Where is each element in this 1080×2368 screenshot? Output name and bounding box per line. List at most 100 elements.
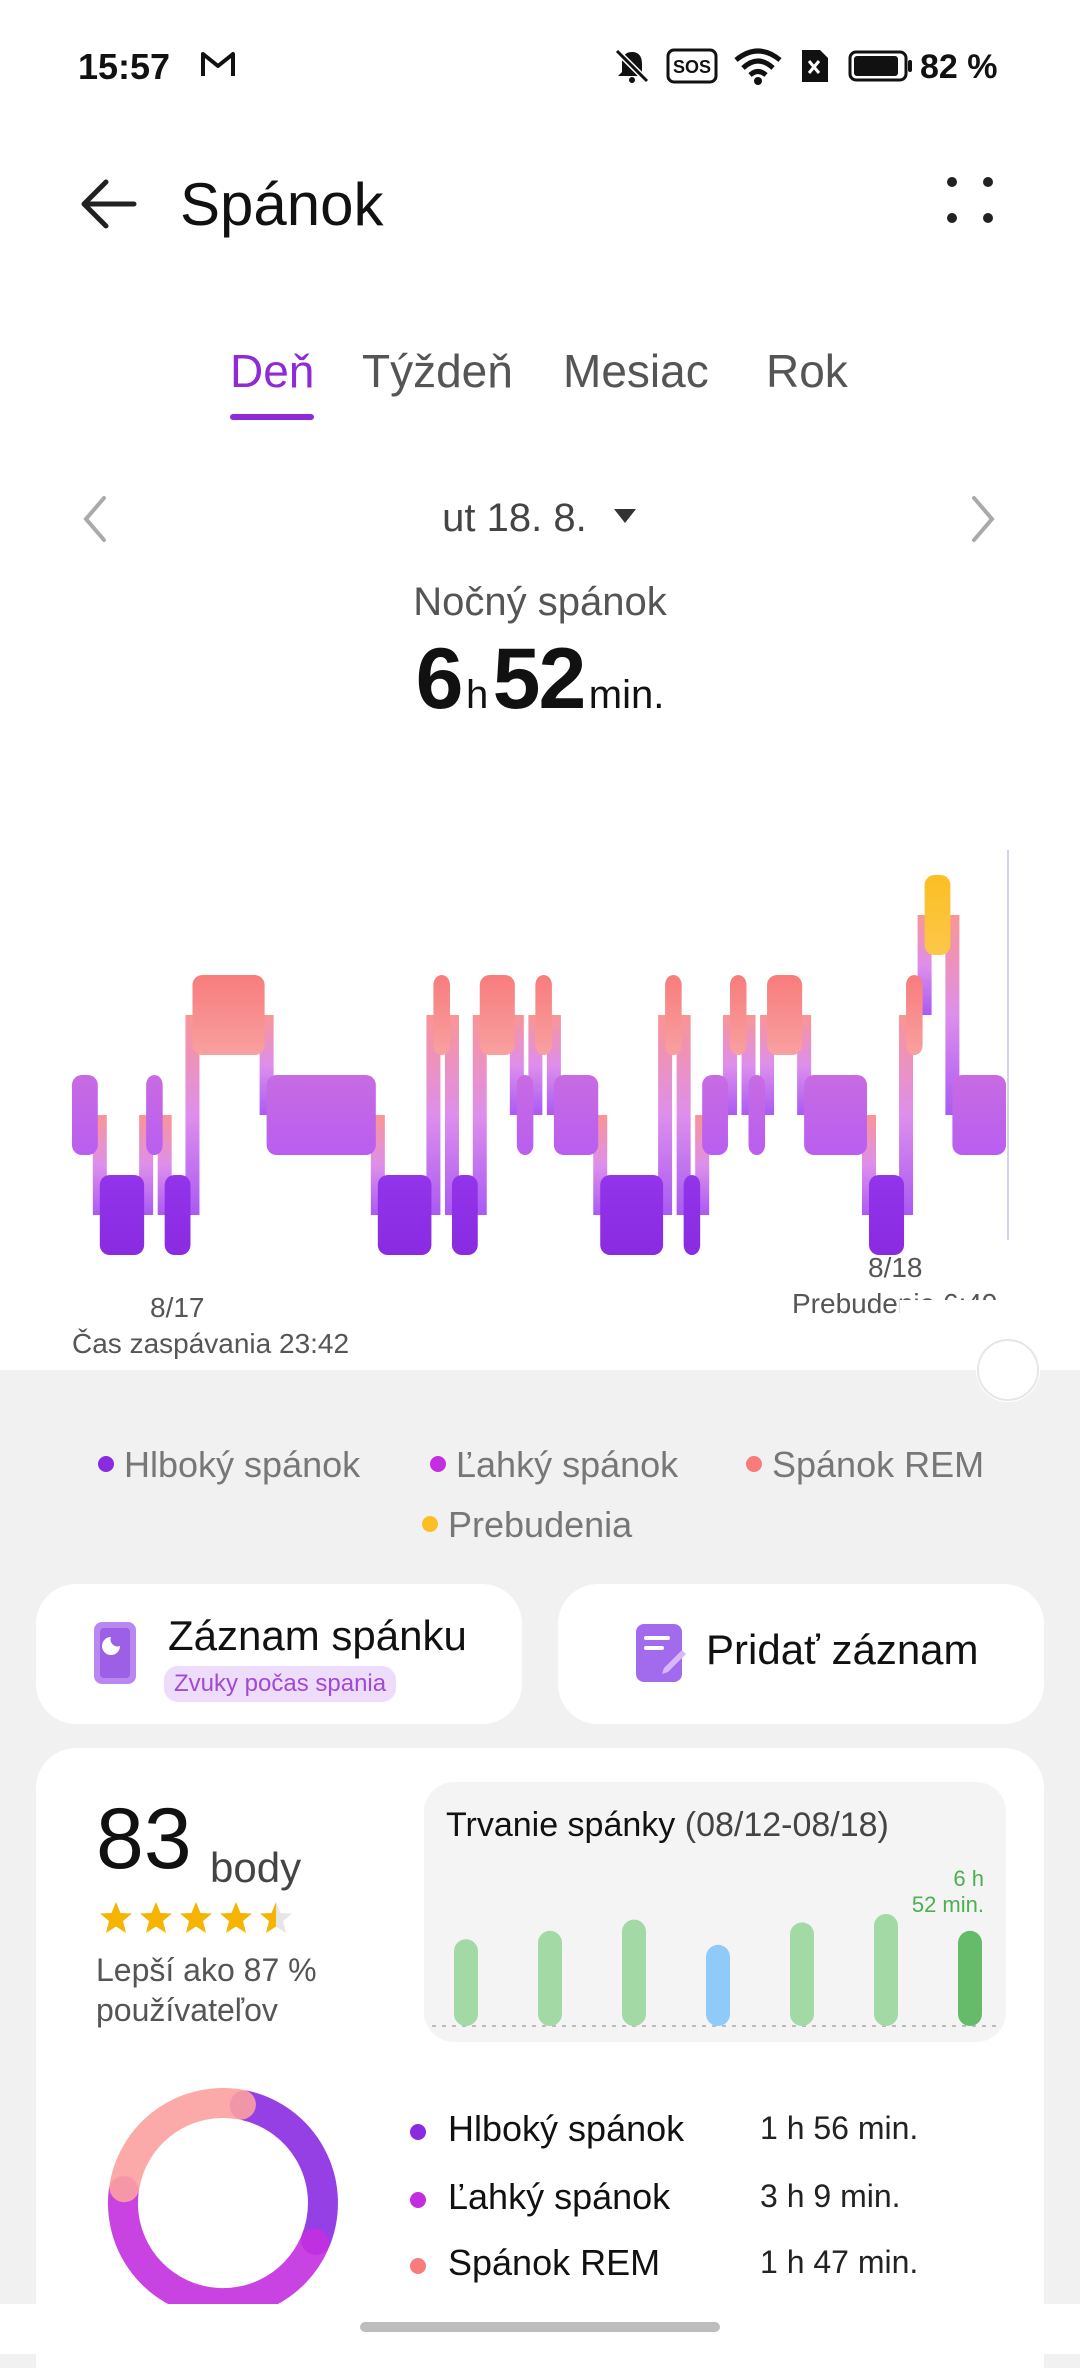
tab-month[interactable]: Mesiac (563, 344, 709, 398)
legend-dot (430, 1456, 446, 1473)
sleep-sounds-badge: Zvuky počas spania (164, 1666, 397, 1702)
trend-bar (790, 1922, 814, 2026)
legend-dot (422, 1516, 438, 1533)
legend-label: Ľahký spánok (456, 1444, 679, 1485)
hypnogram-svg (72, 850, 1009, 1255)
active-tab-indicator (230, 414, 314, 420)
duration-h-unit: h (465, 673, 489, 717)
stage-segment-rem (479, 975, 515, 1055)
legend-label: Spánok REM (772, 1444, 985, 1485)
trend-bar (874, 1914, 898, 2026)
stage-segment-deep (868, 1175, 905, 1255)
stage-donut-chart[interactable] (98, 2078, 348, 2328)
trend-bars (432, 1914, 998, 2027)
add-record-button[interactable]: Pridať záznam (558, 1584, 1044, 1724)
stage-legend: Hlboký spánok Ľahký spánok Spánok REM Pr… (0, 1430, 1080, 1570)
battery-percent: 82 % (920, 48, 998, 86)
stage-segment-light (516, 1075, 534, 1155)
add-record-label: Pridať záznam (706, 1626, 979, 1673)
donut-segment (229, 2090, 338, 2255)
stage-segment-rem (906, 975, 923, 1055)
duration-hours: 6 (415, 631, 464, 727)
star-icon (220, 1902, 252, 1933)
sleep-score: 83 (96, 1791, 192, 1887)
trend-bar (538, 1930, 562, 2026)
tab-year[interactable]: Rok (766, 344, 848, 398)
sleep-duration: 6 h 52 min. (0, 630, 1080, 729)
stage-segment-light (146, 1075, 163, 1155)
stage-segment-deep (99, 1175, 145, 1255)
gesture-bar[interactable] (360, 2322, 720, 2332)
no-sim-icon (802, 50, 828, 82)
legend-rem: Spánok REM (746, 1444, 984, 1486)
legend-awake: Prebudenia (422, 1504, 632, 1546)
trend-bar (454, 1939, 478, 2026)
stage-segment-deep (683, 1175, 701, 1255)
stage-segment-rem (433, 975, 450, 1055)
legend-dot (746, 1456, 762, 1473)
tab-week[interactable]: Týždeň (362, 344, 513, 398)
period-tabs: Deň Týždeň Mesiac Rok (0, 340, 1080, 420)
percentile-line2: používateľov (96, 1992, 278, 2028)
svg-text:SOS: SOS (673, 57, 711, 77)
stage-segment-rem (729, 975, 747, 1055)
stage-segment-light (72, 1075, 98, 1155)
star-icon (100, 1902, 132, 1933)
stage-segment-light (266, 1075, 376, 1155)
star-icon (140, 1902, 172, 1933)
legend-label: Hlboký spánok (124, 1444, 361, 1485)
sleep-score-unit: body (210, 1844, 302, 1891)
chart-start-date: 8/17 (150, 1292, 205, 1323)
stage-segment-light (952, 1075, 1006, 1155)
add-note-icon (636, 1624, 686, 1682)
back-arrow-icon[interactable] (76, 172, 140, 236)
more-dots-icon[interactable] (944, 174, 1000, 230)
status-bar: 15:57 SOS 82 % (0, 40, 1080, 100)
stage-segment-light (748, 1075, 766, 1155)
stage-segment-deep (600, 1175, 664, 1255)
breakdown-dot (410, 2258, 426, 2274)
breakdown-value: 3 h 9 min. (760, 2178, 901, 2214)
wifi-icon (734, 48, 782, 85)
breakdown-dot (410, 2192, 426, 2208)
sleep-record-button[interactable]: Záznam spánku Zvuky počas spania (36, 1584, 522, 1724)
legend-deep: Hlboký spánok (98, 1444, 360, 1486)
duration-minutes: 52 (492, 631, 587, 727)
star-icon (260, 1902, 292, 1933)
donut-segment (109, 2088, 256, 2203)
stage-segment-deep (377, 1175, 432, 1255)
sleep-hypnogram[interactable]: 8/17 Čas zaspávania 23:42 8/18 Prebudeni… (0, 840, 1080, 1359)
breakdown-label: Ľahký spánok (448, 2176, 671, 2217)
stage-segment-rem (535, 975, 552, 1055)
stage-segment-deep (164, 1175, 191, 1255)
stage-segment-deep (451, 1175, 478, 1255)
gmail-icon (201, 52, 235, 76)
date-navigator: ut 18. 8. (0, 480, 1080, 560)
chart-start-label: Čas zaspávania 23:42 (72, 1328, 350, 1359)
sos-icon: SOS (666, 48, 718, 84)
sleep-type-label: Nočný spánok (413, 580, 667, 624)
stage-segment-awake (924, 875, 951, 955)
duration-trend-panel[interactable]: Trvanie spánky (08/12-08/18) 6 h 52 min. (424, 1782, 1006, 2042)
date-selector[interactable]: ut 18. 8. (0, 496, 1080, 541)
stage-segment-light (553, 1075, 599, 1155)
page-title: Spánok (180, 171, 384, 238)
app-header: Spánok (0, 160, 1080, 260)
date-label: ut 18. 8. (442, 496, 587, 540)
chevron-right-icon[interactable] (968, 494, 998, 544)
chart-scroll-handle[interactable] (900, 1300, 1080, 1410)
trend-bar (706, 1944, 730, 2026)
tab-day[interactable]: Deň (230, 344, 314, 398)
duration-min-unit: min. (588, 673, 665, 717)
stage-segment-rem (665, 975, 682, 1055)
sleep-score-card[interactable]: 83 body Lepší ako 87 % používateľov Trva… (36, 1748, 1044, 2368)
star-icon (180, 1902, 212, 1933)
breakdown-label: Spánok REM (448, 2242, 661, 2283)
percentile-line1: Lepší ako 87 % (96, 1952, 317, 1988)
legend-dot (98, 1456, 114, 1473)
stage-segment-rem (767, 975, 803, 1055)
legend-label: Prebudenia (448, 1504, 633, 1545)
stage-segment-light (702, 1075, 728, 1155)
breakdown-label: Hlboký spánok (448, 2108, 685, 2149)
rating-stars (100, 1902, 292, 1933)
